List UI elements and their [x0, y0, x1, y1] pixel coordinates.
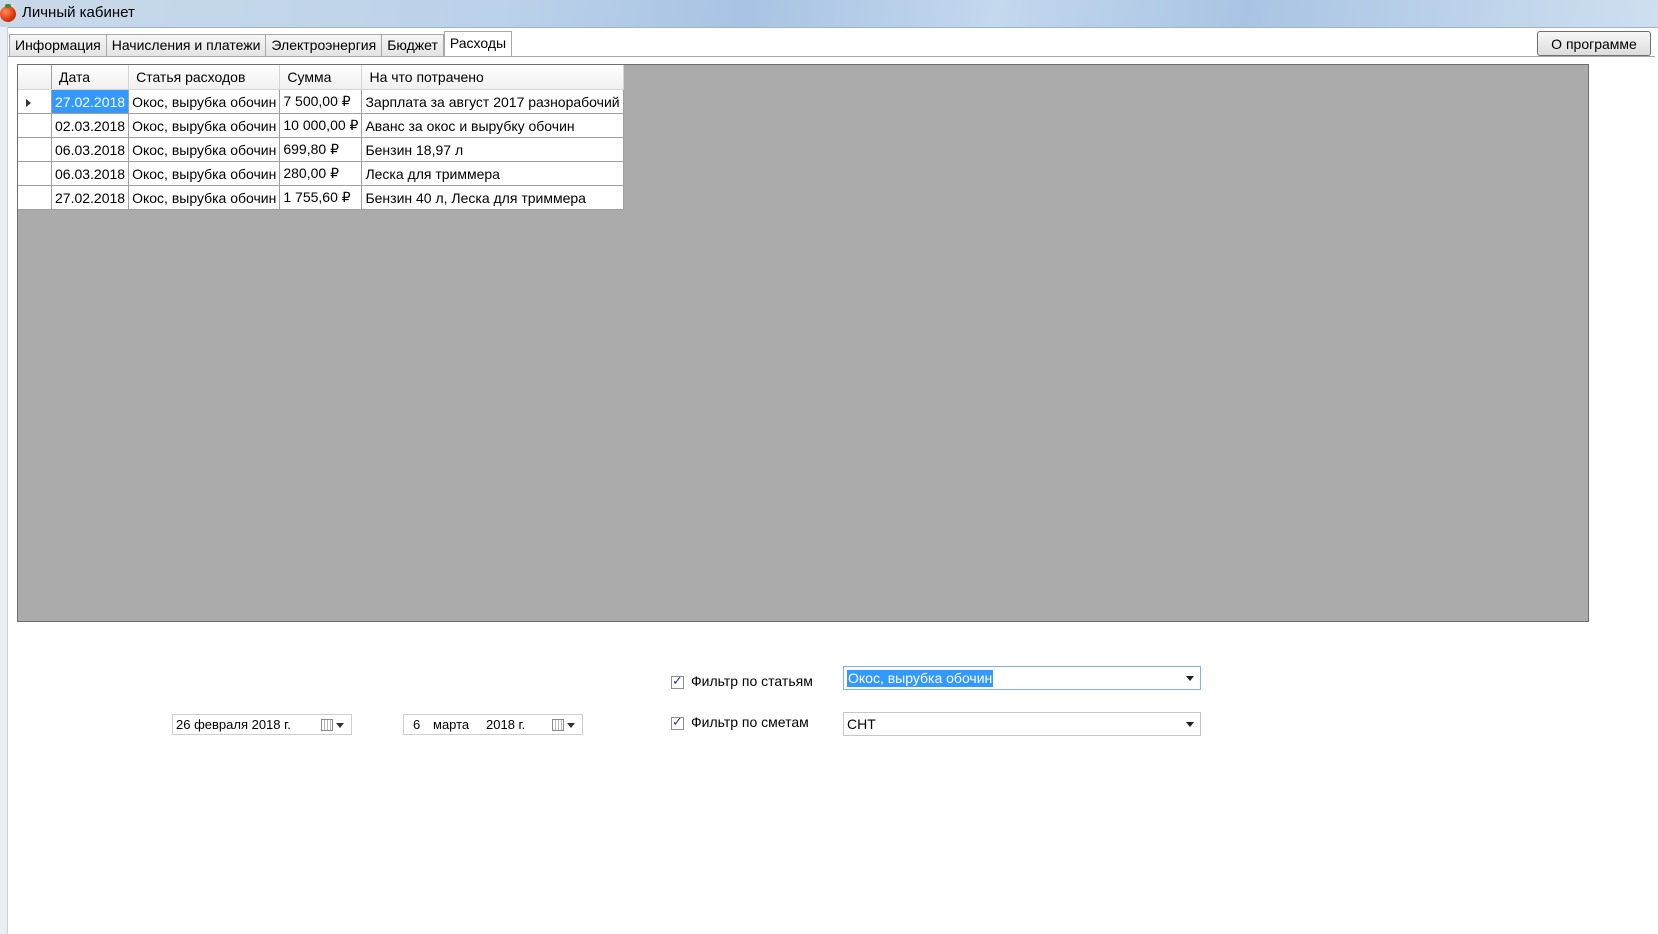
- cell-date[interactable]: 27.02.2018: [51, 185, 130, 210]
- tab-electricity[interactable]: Электроэнергия: [266, 34, 383, 57]
- date-to-picker[interactable]: 6 марта 2018 г.: [403, 714, 583, 735]
- article-filter-select[interactable]: Окос, вырубка обочин: [843, 666, 1201, 690]
- tab-info[interactable]: Информация: [9, 34, 107, 57]
- window-frame-left: [0, 27, 8, 934]
- calendar-icon[interactable]: [321, 719, 333, 731]
- cell-sum[interactable]: 10 000,00 ₽: [279, 113, 363, 138]
- tomato-app-icon: [0, 4, 16, 22]
- window-title: Личный кабинет: [22, 4, 135, 21]
- about-button[interactable]: О программе: [1537, 31, 1651, 56]
- filter-by-estimate-label[interactable]: Фильтр по сметам: [691, 714, 809, 730]
- chevron-down-icon[interactable]: [1186, 722, 1194, 727]
- tab-charges-payments[interactable]: Начисления и платежи: [106, 34, 267, 57]
- cell-article[interactable]: Окос, вырубка обочин: [128, 185, 281, 210]
- expenses-grid[interactable]: Дата Статья расходов Сумма На что потрач…: [17, 64, 1589, 622]
- cell-sum[interactable]: 280,00 ₽: [279, 161, 363, 186]
- table-row[interactable]: 02.03.2018 Окос, вырубка обочин 10 000,0…: [18, 113, 624, 138]
- row-header-corner[interactable]: [18, 65, 52, 90]
- cell-article[interactable]: Окос, вырубка обочин: [128, 113, 281, 138]
- column-header-article[interactable]: Статья расходов: [128, 65, 281, 90]
- column-header-sum[interactable]: Сумма: [279, 65, 363, 90]
- estimate-filter-value: СНТ: [847, 716, 876, 732]
- chevron-down-icon[interactable]: [336, 723, 344, 728]
- table-row[interactable]: 06.03.2018 Окос, вырубка обочин 280,00 ₽…: [18, 161, 624, 186]
- row-header[interactable]: [18, 185, 52, 210]
- cell-purpose[interactable]: Зарплата за август 2017 разнорабочий: [361, 89, 624, 114]
- filter-by-estimate-checkbox[interactable]: [671, 715, 684, 730]
- current-row-arrow-icon: [26, 98, 31, 107]
- table-row[interactable]: 27.02.2018 Окос, вырубка обочин 7 500,00…: [18, 89, 624, 114]
- cell-sum[interactable]: 7 500,00 ₽: [279, 89, 363, 114]
- cell-article[interactable]: Окос, вырубка обочин: [128, 89, 281, 114]
- date-from-picker[interactable]: 26 февраля 2018 г.: [172, 714, 352, 735]
- row-header[interactable]: [18, 137, 52, 162]
- tab-strip: Информация Начисления и платежи Электроэ…: [9, 31, 513, 57]
- table-row[interactable]: 06.03.2018 Окос, вырубка обочин 699,80 ₽…: [18, 137, 624, 162]
- chevron-down-icon[interactable]: [567, 723, 575, 728]
- date-to-day[interactable]: 6: [413, 717, 420, 732]
- column-header-date[interactable]: Дата: [51, 65, 130, 90]
- cell-sum[interactable]: 699,80 ₽: [279, 137, 363, 162]
- title-bar: Личный кабинет: [0, 0, 1658, 28]
- date-to-year[interactable]: 2018 г.: [486, 717, 525, 732]
- table-row[interactable]: 27.02.2018 Окос, вырубка обочин 1 755,60…: [18, 185, 624, 210]
- tab-expenses[interactable]: Расходы: [443, 31, 513, 56]
- article-filter-value: Окос, вырубка обочин: [847, 670, 994, 687]
- filter-by-article-label[interactable]: Фильтр по статьям: [691, 673, 813, 689]
- cell-date[interactable]: 02.03.2018: [51, 113, 130, 138]
- cell-purpose[interactable]: Аванс за окос и вырубку обочин: [361, 113, 624, 138]
- estimate-filter-select[interactable]: СНТ: [843, 712, 1201, 736]
- cell-purpose[interactable]: Бензин 18,97 л: [361, 137, 624, 162]
- tab-divider: [8, 56, 1655, 57]
- row-header[interactable]: [18, 89, 52, 114]
- cell-date[interactable]: 27.02.2018: [51, 89, 130, 114]
- date-to-month[interactable]: марта: [433, 717, 469, 732]
- filter-by-article-checkbox[interactable]: [671, 674, 684, 689]
- cell-date[interactable]: 06.03.2018: [51, 161, 130, 186]
- expenses-table: Дата Статья расходов Сумма На что потрач…: [18, 65, 624, 210]
- row-header[interactable]: [18, 161, 52, 186]
- column-header-purpose[interactable]: На что потрачено: [361, 65, 624, 90]
- cell-sum[interactable]: 1 755,60 ₽: [279, 185, 363, 210]
- cell-purpose[interactable]: Бензин 40 л, Леска для триммера: [361, 185, 624, 210]
- tab-budget[interactable]: Бюджет: [382, 34, 444, 57]
- row-header[interactable]: [18, 113, 52, 138]
- calendar-icon[interactable]: [552, 719, 564, 731]
- cell-purpose[interactable]: Леска для триммера: [361, 161, 624, 186]
- date-from-value[interactable]: 26 февраля 2018 г.: [176, 717, 291, 732]
- table-header-row: Дата Статья расходов Сумма На что потрач…: [18, 65, 624, 90]
- cell-article[interactable]: Окос, вырубка обочин: [128, 137, 281, 162]
- cell-date[interactable]: 06.03.2018: [51, 137, 130, 162]
- cell-article[interactable]: Окос, вырубка обочин: [128, 161, 281, 186]
- chevron-down-icon[interactable]: [1186, 676, 1194, 681]
